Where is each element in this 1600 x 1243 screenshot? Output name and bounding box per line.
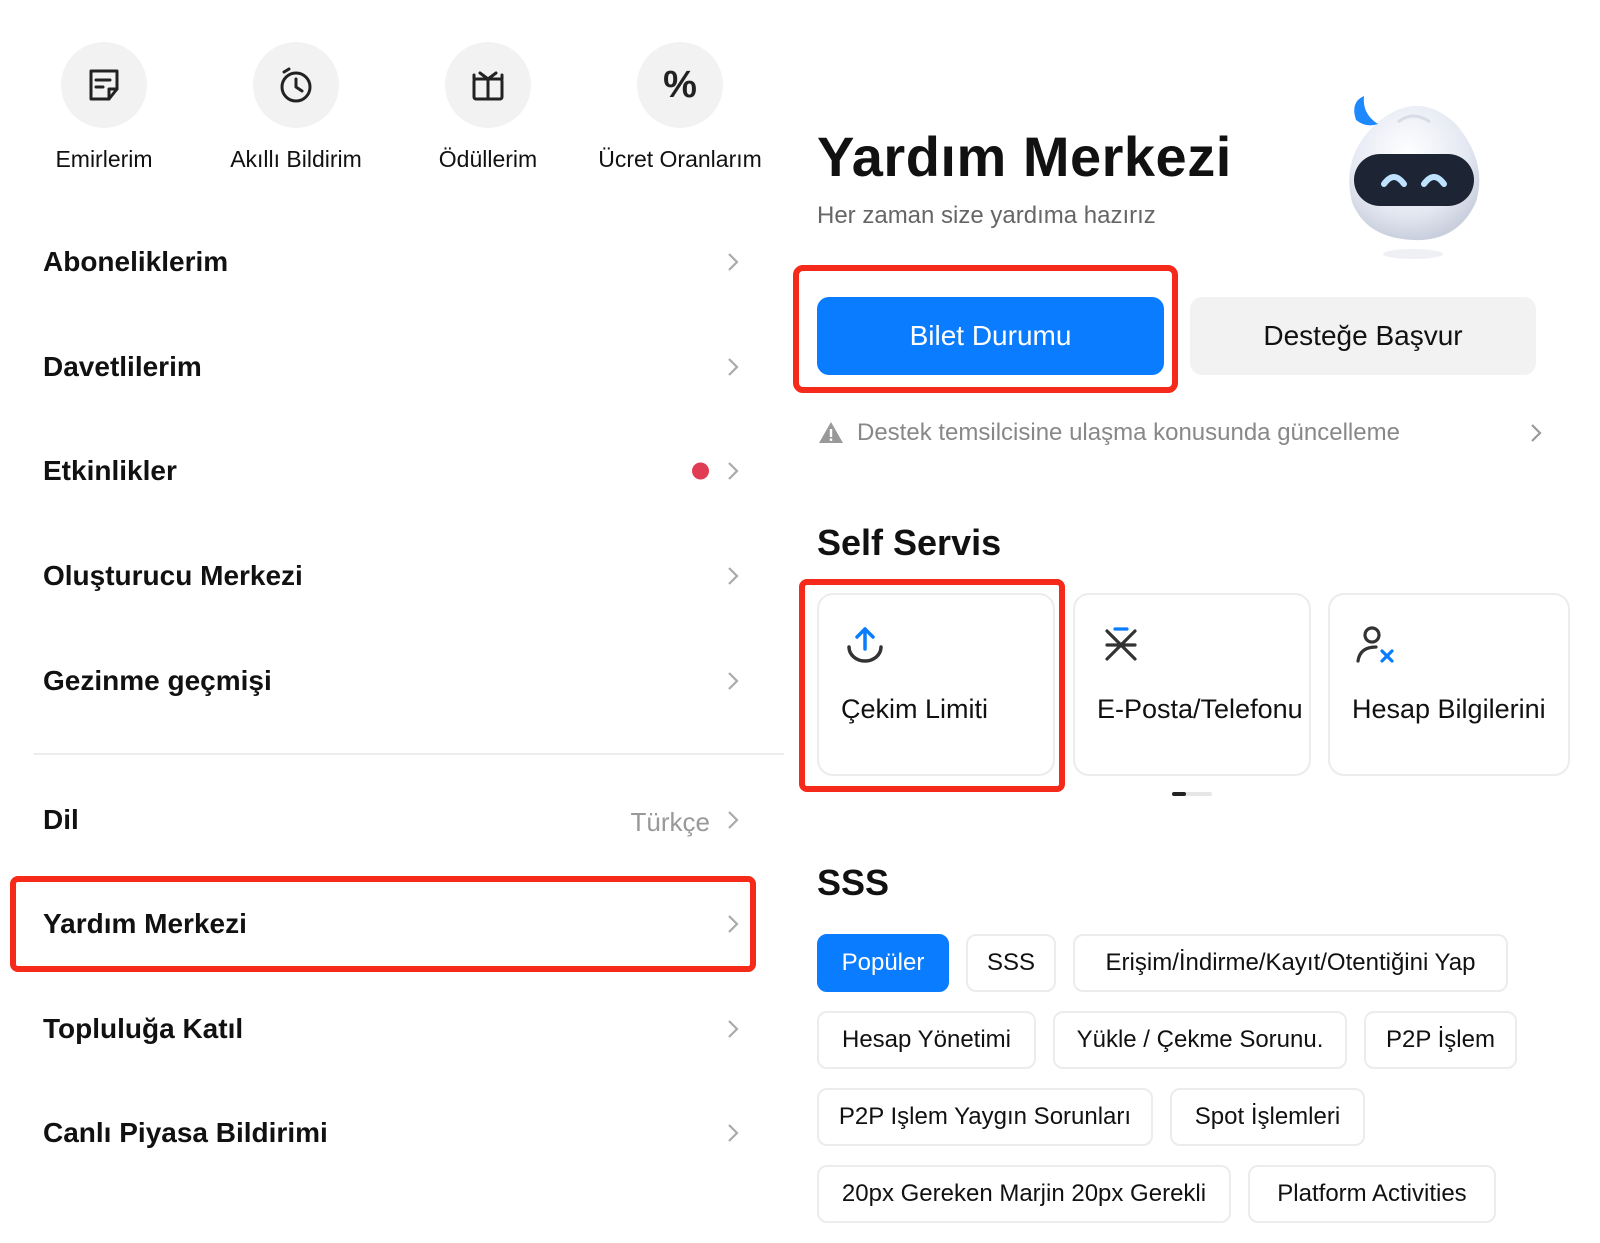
- menu-item-label: Davetlilerim: [43, 351, 202, 382]
- menu-item-label: Oluşturucu Merkezi: [43, 560, 303, 591]
- chevron-right-icon: [728, 358, 739, 376]
- self-service-card-email-phone[interactable]: E-Posta/Telefonu: [1073, 593, 1311, 776]
- gift-icon: [445, 42, 531, 128]
- menu-item-label: Gezinme geçmişi: [43, 665, 272, 696]
- menu-item-label: Canlı Piyasa Bildirimi: [43, 1117, 328, 1148]
- highlight-box-withdrawal-limit: [799, 579, 1065, 792]
- card-label: E-Posta/Telefonu: [1097, 694, 1303, 724]
- menu-item-join-community[interactable]: Topluluğa Katıl: [0, 989, 790, 1069]
- chevron-right-icon: [728, 462, 739, 480]
- menu-item-creator-center[interactable]: Oluşturucu Merkezi: [0, 536, 790, 616]
- orders-icon: [61, 42, 147, 128]
- warning-icon: [819, 422, 843, 443]
- faq-chip-margin[interactable]: 20px Gereken Marjin 20px Gerekli: [817, 1165, 1231, 1223]
- percent-icon: %: [637, 42, 723, 128]
- menu-divider: [34, 753, 784, 755]
- quick-action-rewards[interactable]: Ödüllerim: [393, 42, 583, 173]
- page-title: Yardım Merkezi: [817, 125, 1232, 188]
- chevron-right-icon: [728, 811, 739, 829]
- language-value: Türkçe: [630, 806, 710, 837]
- faq-chip-access-download[interactable]: Erişim/İndirme/Kayıt/Otentiğini Yap: [1073, 934, 1508, 992]
- clock-icon: [253, 42, 339, 128]
- chevron-right-icon: [728, 672, 739, 690]
- quick-action-label: Ödüllerim: [438, 146, 538, 172]
- menu-item-events[interactable]: Etkinlikler: [0, 431, 790, 511]
- menu-item-invitees[interactable]: Davetlilerim: [0, 327, 790, 407]
- menu-item-label: Dil: [43, 804, 79, 835]
- menu-item-browsing-history[interactable]: Gezinme geçmişi: [0, 641, 790, 721]
- quick-action-label: Emirlerim: [55, 146, 153, 172]
- help-center-panel: Yardım Merkezi Her zaman size yardıma ha…: [790, 0, 1600, 1243]
- asterisk-icon: [1105, 627, 1137, 661]
- highlight-box-help-center: [10, 876, 756, 972]
- chevron-right-icon: [728, 567, 739, 585]
- quick-action-smart-notification[interactable]: Akıllı Bildirim: [201, 42, 391, 173]
- faq-chip-p2p-common-issues[interactable]: P2P Işlem Yaygın Sorunları: [817, 1088, 1153, 1146]
- menu-item-language[interactable]: Dil Türkçe: [0, 780, 790, 860]
- menu-item-live-market-notification[interactable]: Canlı Piyasa Bildirimi: [0, 1093, 790, 1173]
- menu-item-label: Aboneliklerim: [43, 246, 229, 277]
- faq-chip-faq[interactable]: SSS: [966, 934, 1056, 992]
- faq-chip-spot-trading[interactable]: Spot İşlemleri: [1170, 1088, 1365, 1146]
- chevron-right-icon: [1531, 424, 1542, 442]
- account-menu-panel: Emirlerim Akıllı Bildirim Ödüllerim % Üc…: [0, 0, 790, 1243]
- support-notice[interactable]: Destek temsilcisine ulaşma konusunda gün…: [817, 413, 1547, 453]
- menu-item-label: Etkinlikler: [43, 455, 177, 486]
- faq-chip-platform-activities[interactable]: Platform Activities: [1248, 1165, 1496, 1223]
- faq-chip-account-management[interactable]: Hesap Yönetimi: [817, 1011, 1036, 1069]
- quick-action-fee-rates[interactable]: % Ücret Oranlarım: [585, 42, 775, 173]
- highlight-box-ticket-status: [793, 265, 1178, 393]
- chevron-right-icon: [728, 1124, 739, 1142]
- contact-support-button[interactable]: Desteğe Başvur: [1190, 297, 1536, 375]
- faq-chip-p2p-trade[interactable]: P2P İşlem: [1364, 1011, 1517, 1069]
- quick-action-label: Ücret Oranlarım: [598, 146, 762, 172]
- chevron-right-icon: [728, 253, 739, 271]
- notice-text: Destek temsilcisine ulaşma konusunda gün…: [857, 419, 1400, 446]
- card-label: Hesap Bilgilerini: [1352, 694, 1546, 724]
- quick-action-orders[interactable]: Emirlerim: [9, 42, 199, 173]
- quick-action-label: Akıllı Bildirim: [230, 146, 362, 172]
- chevron-right-icon: [728, 1020, 739, 1038]
- faq-chip-deposit-withdraw[interactable]: Yükle / Çekme Sorunu.: [1053, 1011, 1347, 1069]
- self-service-card-account-info[interactable]: Hesap Bilgilerini: [1328, 593, 1570, 776]
- carousel-pager: [1172, 792, 1212, 796]
- robot-mascot-icon: [1349, 96, 1480, 259]
- quick-actions: Emirlerim Akıllı Bildirim Ödüllerim % Üc…: [0, 42, 790, 182]
- menu-item-subscriptions[interactable]: Aboneliklerim: [0, 222, 790, 302]
- user-remove-icon: [1356, 626, 1394, 663]
- page-subtitle: Her zaman size yardıma hazırız: [817, 202, 1156, 229]
- notification-dot: [692, 462, 709, 480]
- menu-item-label: Topluluğa Katıl: [43, 1013, 244, 1044]
- faq-title: SSS: [817, 862, 890, 903]
- faq-chip-popular[interactable]: Popüler: [817, 934, 949, 992]
- self-service-title: Self Servis: [817, 522, 1002, 563]
- carousel-pager-active: [1172, 792, 1186, 796]
